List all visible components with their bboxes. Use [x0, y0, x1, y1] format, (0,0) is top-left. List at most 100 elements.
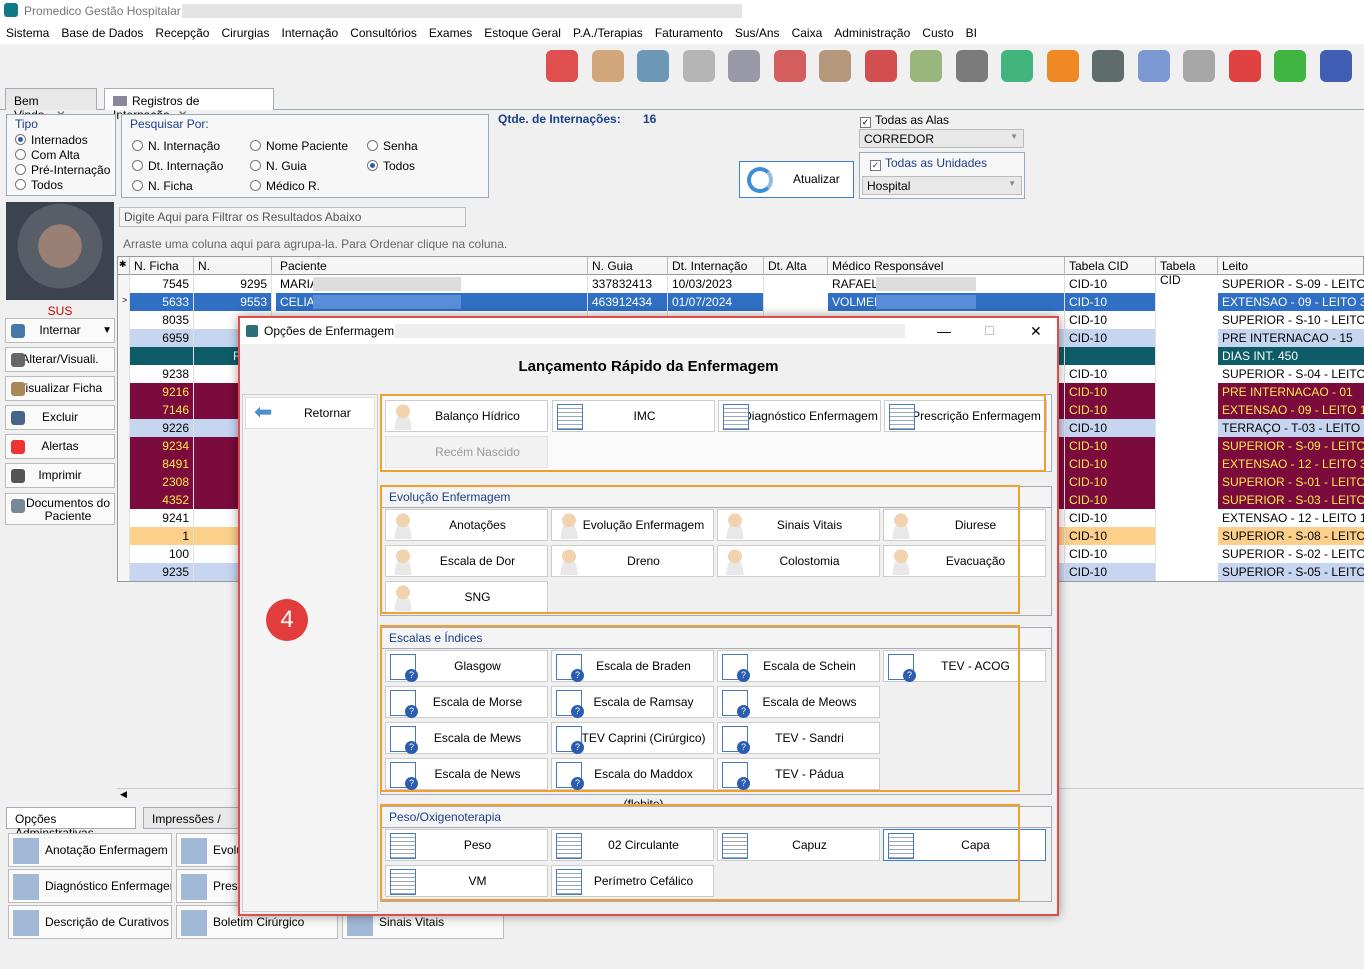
column-header[interactable]: Tabela CID Primá	[1065, 257, 1156, 287]
heart-monitor-icon[interactable]	[1274, 50, 1306, 82]
column-header[interactable]: N. Ficha	[130, 257, 194, 275]
filter-input[interactable]: Digite Aqui para Filtrar os Resultados A…	[119, 207, 466, 227]
side-button-7[interactable]: Documentos do Paciente	[5, 493, 115, 525]
row-selector[interactable]	[118, 527, 130, 545]
phone-book-icon[interactable]	[1319, 50, 1352, 82]
menu-item[interactable]: BI	[960, 22, 983, 44]
money-icon[interactable]	[910, 50, 942, 82]
power-icon[interactable]	[1228, 50, 1261, 82]
pesquisar-option[interactable]: N. Guia	[250, 159, 307, 173]
document-icon[interactable]	[1183, 50, 1215, 82]
row-selector[interactable]	[118, 455, 130, 473]
row-selector[interactable]	[118, 545, 130, 563]
menu-item[interactable]: Consultórios	[344, 22, 423, 44]
column-header[interactable]: Tabela CID	[1156, 257, 1218, 287]
menu-item[interactable]: Base de Dados	[55, 22, 149, 44]
row-selector[interactable]	[118, 347, 130, 365]
row-selector[interactable]	[118, 275, 130, 293]
menu-item[interactable]: Recepção	[149, 22, 215, 44]
menu-item[interactable]: Sistema	[0, 22, 55, 44]
bottom-button-2[interactable]: Evolu	[176, 833, 240, 867]
side-button-2[interactable]: Alterar/Visuali.	[5, 347, 115, 372]
menu-item[interactable]: Caixa	[786, 22, 829, 44]
packages-icon[interactable]	[819, 50, 851, 82]
close-icon[interactable]: ✕	[1030, 318, 1042, 344]
column-header[interactable]: N. Guia	[588, 257, 668, 275]
money-chart-icon[interactable]	[1001, 50, 1033, 82]
ambulance-icon[interactable]	[773, 50, 806, 82]
pesquisar-option[interactable]: Dt. Internação	[132, 159, 223, 173]
retornar-button[interactable]: ⬅ Retornar	[245, 397, 375, 429]
menu-item[interactable]: P.A./Terapias	[567, 22, 649, 44]
row-selector[interactable]	[118, 329, 130, 347]
menu-item[interactable]: Custo	[916, 22, 959, 44]
pesquisar-option[interactable]: Senha	[367, 139, 418, 153]
pesquisar-option[interactable]: Nome Paciente	[250, 139, 348, 153]
todas-alas-checkbox[interactable]: ✓ Todas as Alas	[860, 113, 949, 128]
column-header[interactable]: Leito	[1218, 257, 1364, 275]
menu-item[interactable]: Cirurgias	[215, 22, 275, 44]
tipo-option[interactable]: Pré-Internação	[15, 163, 115, 178]
tab-registros-internacao[interactable]: Registros de Internação✕	[104, 88, 274, 122]
bottom-button-3[interactable]: Diagnóstico Enfermagem	[8, 869, 172, 903]
side-button-6[interactable]: Imprimir	[5, 463, 115, 488]
side-button-1[interactable]: Internar ▼	[5, 318, 115, 343]
menu-item[interactable]: Estoque Geral	[478, 22, 567, 44]
row-selector[interactable]	[118, 311, 130, 329]
menu-item[interactable]: Sus/Ans	[729, 22, 786, 44]
table-row[interactable]: 7545 9295 MARIAI 337832413 10/03/2023 RAFAEL C…	[118, 275, 1364, 293]
pesquisar-option[interactable]: N. Internação	[132, 139, 220, 153]
pesquisar-option[interactable]: N. Ficha	[132, 179, 193, 193]
atualizar-button[interactable]: Atualizar	[739, 161, 854, 198]
minimize-icon[interactable]: —	[937, 318, 951, 344]
row-selector[interactable]	[118, 419, 130, 437]
bottom-button-4[interactable]: Pres	[176, 869, 240, 903]
column-header[interactable]: N. Internação	[194, 257, 272, 287]
table-row[interactable]: >5633 9553 CELIA 463912434 01/07/2024 VOLMER C…	[118, 293, 1364, 311]
column-header[interactable]: Paciente	[276, 257, 588, 275]
safe-icon[interactable]	[955, 50, 988, 82]
chat-icon[interactable]	[1137, 50, 1170, 82]
bottom-button-5[interactable]: Descrição de Curativos	[8, 905, 172, 939]
person-group-icon[interactable]	[591, 50, 624, 82]
tipo-option[interactable]: Internados	[15, 133, 115, 148]
row-selector[interactable]	[118, 509, 130, 527]
row-selector[interactable]	[118, 365, 130, 383]
book-icon[interactable]	[1092, 50, 1124, 82]
tab-impressoes[interactable]: Impressões / Out	[143, 807, 243, 829]
tab-bem-vindo[interactable]: Bem Vindo.✕	[5, 88, 97, 122]
menu-item[interactable]: Exames	[423, 22, 478, 44]
menu-item[interactable]: Internação	[275, 22, 344, 44]
side-button-3[interactable]: Visualizar Ficha	[5, 376, 115, 401]
column-header[interactable]: Dt. Alta	[764, 257, 828, 275]
row-selector[interactable]	[118, 473, 130, 491]
row-selector[interactable]: >	[118, 293, 130, 311]
ambulance-truck-icon[interactable]	[728, 50, 760, 82]
pesquisar-option[interactable]: Todos	[367, 159, 415, 173]
growth-icon[interactable]	[864, 50, 897, 82]
phone-icon[interactable]	[1046, 50, 1079, 82]
bottom-button-1[interactable]: Anotação Enfermagem	[8, 833, 172, 867]
users-icon[interactable]	[546, 50, 578, 82]
side-button-4[interactable]: Excluir	[5, 405, 115, 430]
row-selector[interactable]	[118, 563, 130, 581]
tab-opcoes-administrativas[interactable]: Opções Adminstrativas	[6, 807, 136, 840]
alas-select[interactable]: CORREDOR ▼	[859, 129, 1024, 148]
row-selector[interactable]	[118, 437, 130, 455]
side-button-5[interactable]: Alertas	[5, 434, 115, 459]
tipo-option[interactable]: Todos	[15, 178, 115, 193]
chevron-down-icon[interactable]: ▼	[102, 319, 112, 342]
notes-icon[interactable]	[682, 50, 715, 82]
pesquisar-option[interactable]: Médico R.	[250, 179, 320, 193]
unidades-select[interactable]: Hospital ▼	[862, 176, 1022, 195]
row-selector[interactable]	[118, 491, 130, 509]
doctor-icon[interactable]	[637, 50, 669, 82]
todas-unidades-checkbox[interactable]: ✓ Todas as Unidades	[860, 153, 1024, 174]
menu-item[interactable]: Faturamento	[649, 22, 729, 44]
maximize-icon[interactable]: ☐	[984, 318, 995, 344]
column-header[interactable]: Dt. Internação	[668, 257, 764, 275]
menu-item[interactable]: Administração	[828, 22, 916, 44]
scroll-left-icon[interactable]: ◀	[120, 789, 127, 800]
row-selector[interactable]	[118, 383, 130, 401]
column-header[interactable]: Médico Responsável	[828, 257, 1065, 275]
